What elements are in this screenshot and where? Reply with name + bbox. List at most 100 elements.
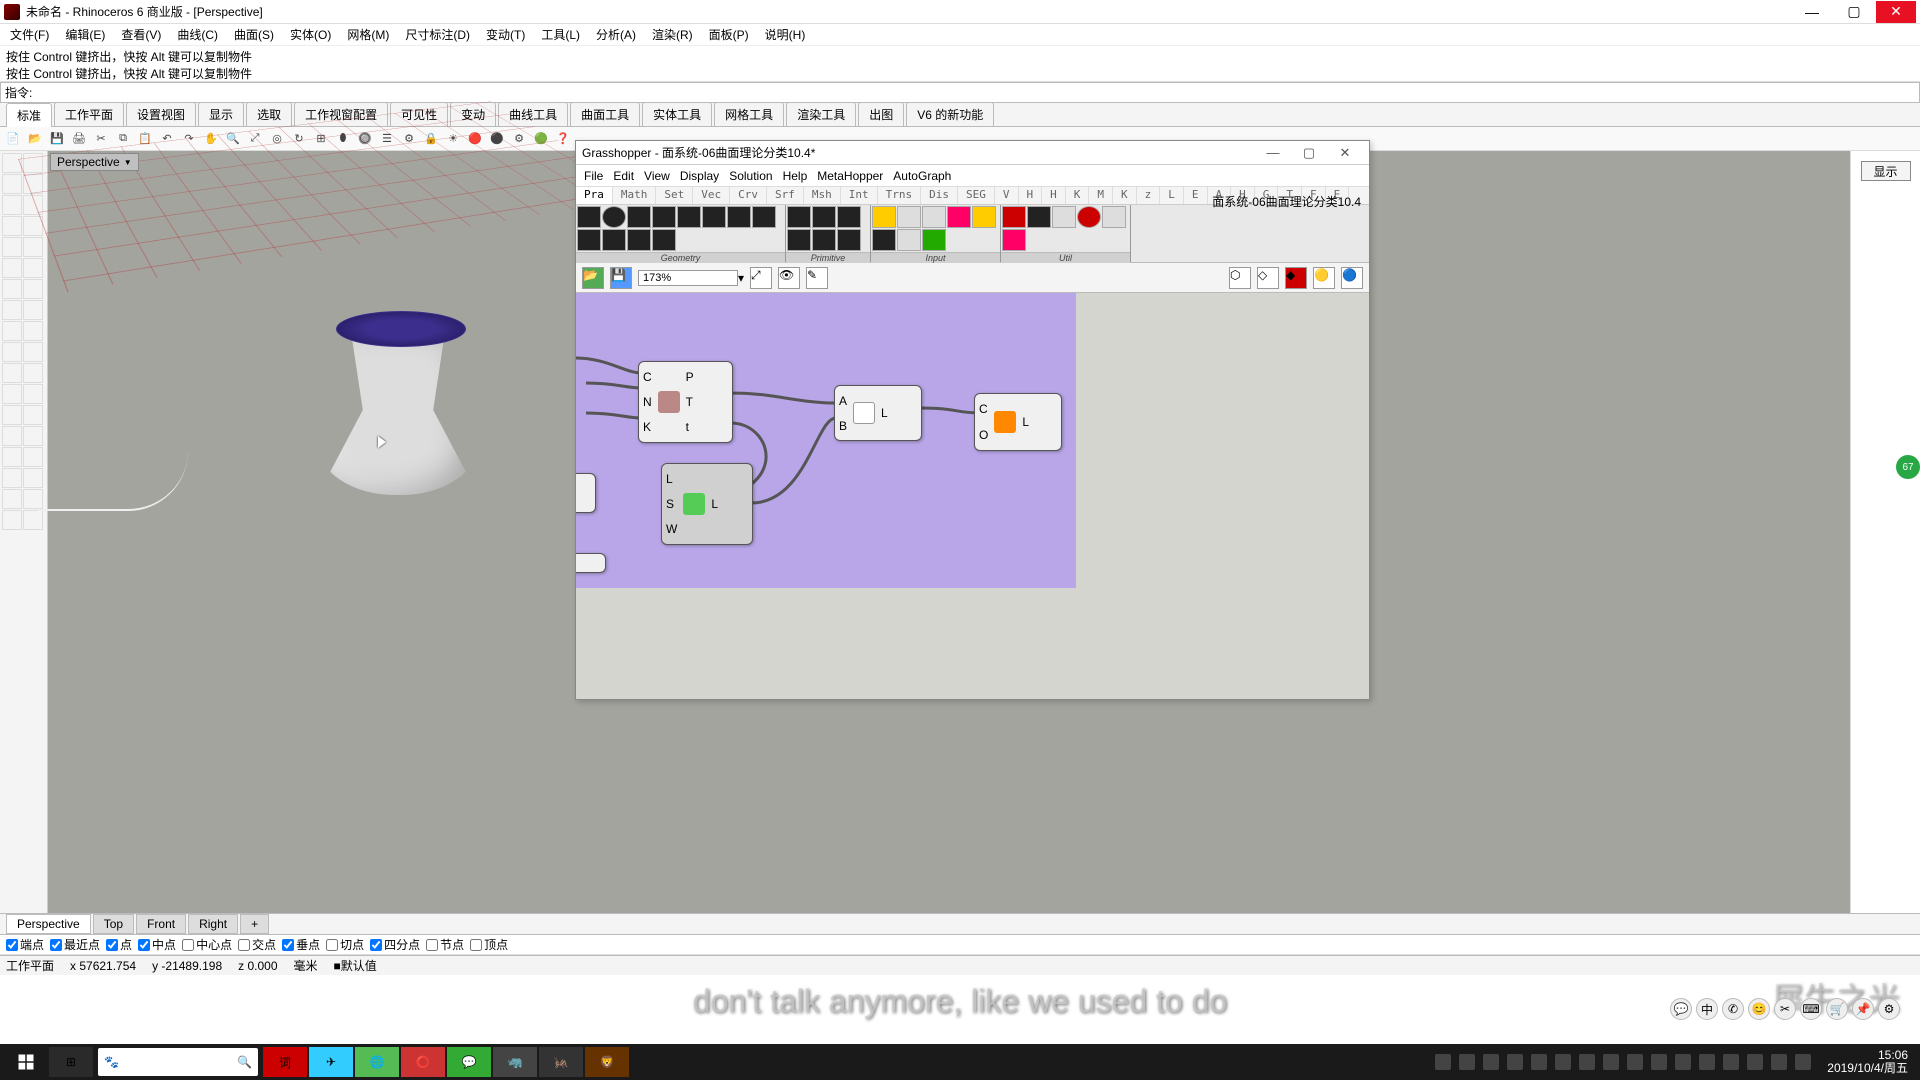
- tray-icon[interactable]: [1603, 1054, 1619, 1070]
- viewport-tab-front[interactable]: Front: [136, 914, 186, 934]
- tab-render-tools[interactable]: 渲染工具: [786, 102, 856, 126]
- viewport-tab-perspective[interactable]: Perspective: [6, 914, 91, 934]
- gh-comp-icon[interactable]: [972, 206, 996, 228]
- start-button[interactable]: [4, 1047, 48, 1077]
- chevron-down-icon[interactable]: ▼: [124, 158, 132, 167]
- gh-comp-icon[interactable]: [602, 229, 626, 251]
- gh-comp-icon[interactable]: [602, 206, 626, 228]
- gh-preview-wire-icon[interactable]: ◇: [1257, 267, 1279, 289]
- tab-standard[interactable]: 标准: [6, 103, 52, 127]
- move-icon[interactable]: [2, 405, 22, 425]
- port-in[interactable]: C: [643, 368, 652, 386]
- open-icon[interactable]: 📂: [26, 130, 44, 148]
- gh-minimize-button[interactable]: —: [1255, 143, 1291, 163]
- taskbar-search[interactable]: 🐾 🔍: [98, 1048, 258, 1076]
- menu-render[interactable]: 渲染(R): [646, 24, 699, 45]
- boolean-icon[interactable]: [23, 342, 43, 362]
- close-button[interactable]: ✕: [1876, 1, 1916, 23]
- taskbar-app[interactable]: ⭕: [401, 1047, 445, 1077]
- tool-icon[interactable]: 中: [1696, 998, 1718, 1020]
- gh-comp-icon[interactable]: [872, 229, 896, 251]
- gh-cat-plugin[interactable]: z: [1137, 187, 1161, 204]
- gh-cat-trns[interactable]: Trns: [878, 187, 922, 204]
- port-out[interactable]: L: [881, 404, 888, 422]
- port-in[interactable]: A: [839, 392, 847, 410]
- tab-solid-tools[interactable]: 实体工具: [642, 102, 712, 126]
- gh-cat-int[interactable]: Int: [841, 187, 878, 204]
- trim-icon[interactable]: [2, 363, 22, 383]
- gh-comp-icon[interactable]: [752, 206, 776, 228]
- taskbar-app[interactable]: 词: [263, 1047, 307, 1077]
- split-icon[interactable]: [23, 363, 43, 383]
- gh-maximize-button[interactable]: ▢: [1291, 143, 1327, 163]
- curve-icon[interactable]: [23, 237, 43, 257]
- box-icon[interactable]: [23, 258, 43, 278]
- print-icon[interactable]: 🖨: [70, 130, 88, 148]
- gh-comp-icon[interactable]: [922, 229, 946, 251]
- gh-comp-icon[interactable]: [787, 206, 811, 228]
- tray-icon[interactable]: [1483, 1054, 1499, 1070]
- command-line[interactable]: 指令:: [0, 82, 1920, 103]
- gh-menu-help[interactable]: Help: [783, 169, 808, 183]
- osnap-mid[interactable]: 中点: [138, 936, 176, 953]
- taskbar-app[interactable]: 🦁: [585, 1047, 629, 1077]
- osnap-end[interactable]: 端点: [6, 936, 44, 953]
- gh-cat-math[interactable]: Math: [613, 187, 657, 204]
- tool-icon[interactable]: 💬: [1670, 998, 1692, 1020]
- taskbar-grasshopper[interactable]: 🦗: [539, 1047, 583, 1077]
- menu-transform[interactable]: 变动(T): [480, 24, 531, 45]
- gh-menu-file[interactable]: File: [584, 169, 603, 183]
- gh-comp-icon[interactable]: [812, 206, 836, 228]
- menu-file[interactable]: 文件(F): [4, 24, 55, 45]
- menu-solid[interactable]: 实体(O): [284, 24, 337, 45]
- gh-comp-icon[interactable]: [837, 206, 861, 228]
- port-in[interactable]: S: [666, 495, 677, 513]
- chevron-down-icon[interactable]: ▾: [738, 271, 744, 285]
- gh-cat-msh[interactable]: Msh: [804, 187, 841, 204]
- cut-icon[interactable]: ✂: [92, 130, 110, 148]
- taskbar-app[interactable]: ✈: [309, 1047, 353, 1077]
- menu-mesh[interactable]: 网格(M): [341, 24, 395, 45]
- menu-tools[interactable]: 工具(L): [535, 24, 586, 45]
- port-in[interactable]: L: [666, 470, 677, 488]
- taskbar-clock[interactable]: 15:06 2019/10/4/周五: [1819, 1049, 1916, 1075]
- sphere-solid-icon[interactable]: [2, 279, 22, 299]
- osnap-vertex[interactable]: 顶点: [470, 936, 508, 953]
- osnap-int[interactable]: 交点: [238, 936, 276, 953]
- gh-comp-icon[interactable]: [652, 229, 676, 251]
- gh-cat-plugin[interactable]: H: [1042, 187, 1066, 204]
- viewport-tab-right[interactable]: Right: [188, 914, 238, 934]
- menu-edit[interactable]: 编辑(E): [59, 24, 111, 45]
- gh-save-icon[interactable]: 💾: [610, 267, 632, 289]
- status-layer[interactable]: ■默认值: [334, 957, 377, 974]
- gh-comp-icon[interactable]: [897, 206, 921, 228]
- port-out[interactable]: P: [686, 368, 694, 386]
- gh-comp-icon[interactable]: [577, 206, 601, 228]
- gh-open-icon[interactable]: 📂: [582, 267, 604, 289]
- gh-cat-seg[interactable]: SEG: [958, 187, 995, 204]
- gh-menu-autograph[interactable]: AutoGraph: [893, 169, 951, 183]
- gh-comp-icon[interactable]: [627, 206, 651, 228]
- osnap-perp[interactable]: 垂点: [282, 936, 320, 953]
- viewport-title[interactable]: Perspective ▼: [50, 153, 139, 171]
- tab-display[interactable]: 显示: [198, 102, 244, 126]
- gh-zoom-fit-icon[interactable]: ⤢: [750, 267, 772, 289]
- menu-help[interactable]: 说明(H): [759, 24, 812, 45]
- cylinder-icon[interactable]: [23, 279, 43, 299]
- tool-icon[interactable]: 🛒: [1826, 998, 1848, 1020]
- save-icon[interactable]: 💾: [48, 130, 66, 148]
- gh-menu-display[interactable]: Display: [680, 169, 719, 183]
- tray-icon[interactable]: [1651, 1054, 1667, 1070]
- tab-surface-tools[interactable]: 曲面工具: [570, 102, 640, 126]
- osnap-knot[interactable]: 节点: [426, 936, 464, 953]
- volume-icon[interactable]: [1747, 1054, 1763, 1070]
- gh-canvas[interactable]: C N K P T t L S W L: [576, 293, 1369, 699]
- gh-cat-vec[interactable]: Vec: [693, 187, 730, 204]
- extrude-icon[interactable]: [23, 300, 43, 320]
- port-in[interactable]: C: [979, 400, 988, 418]
- loft-icon[interactable]: [23, 321, 43, 341]
- port-out[interactable]: L: [1022, 413, 1029, 431]
- gh-comp-icon[interactable]: [1002, 206, 1026, 228]
- menu-dimension[interactable]: 尺寸标注(D): [399, 24, 476, 45]
- gh-menu-solution[interactable]: Solution: [729, 169, 772, 183]
